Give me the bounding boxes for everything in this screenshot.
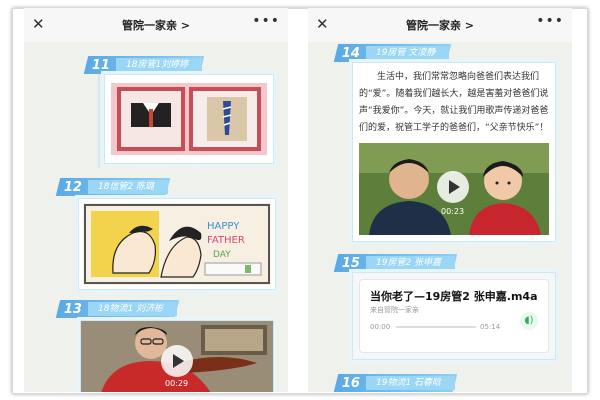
play-icon[interactable]	[161, 345, 193, 377]
close-icon[interactable]: ✕	[32, 16, 45, 32]
item-badge-12: 12 18信管2 陈璐	[55, 178, 171, 196]
item-badge-11: 11 18房管1刘婷婷	[83, 56, 205, 74]
item-label: 19物流1 石春晗	[366, 376, 456, 390]
video-duration: 00:23	[441, 207, 465, 216]
audio-current-time: 00:00	[370, 323, 391, 331]
item-badge-13: 13 18物流1 刘济彬	[55, 300, 180, 318]
item-number: 13	[64, 301, 83, 317]
svg-text:FATHER: FATHER	[207, 235, 245, 246]
article-card-14: 生活中，我们常常忽略向爸爸们表达我们的“爱”。随着我们越长大，越是害羞对爸爸们说…	[352, 62, 556, 242]
audio-wave-icon[interactable]: ◖)	[520, 312, 538, 330]
image-card-11[interactable]	[104, 74, 274, 164]
image-card-12[interactable]: HAPPY FATHER DAY	[78, 198, 276, 290]
article-text: 生活中，我们常常忽略向爸爸们表达我们的“爱”。随着我们越长大，越是害羞对爸爸们说…	[359, 69, 549, 137]
video-card-13[interactable]: 00:29	[80, 320, 274, 392]
left-top-bar: ✕ 管院一家亲 > •••	[24, 8, 288, 42]
audio-total-time: 05:14	[480, 323, 501, 331]
more-icon[interactable]: •••	[536, 13, 564, 29]
svg-text:HAPPY: HAPPY	[207, 221, 240, 232]
item-number: 11	[92, 57, 111, 73]
item-number: 12	[64, 179, 83, 195]
item-badge-16: 16 19物流1 石春晗	[333, 374, 458, 392]
item-label: 18房管1刘婷婷	[116, 58, 203, 72]
close-icon[interactable]: ✕	[316, 16, 329, 32]
audio-card-15: 当你老了—19房管2 张申嘉.m4a 来自管院一家亲 00:00 05:14 ◖…	[352, 272, 556, 360]
item-label: 19房管2 张申嘉	[366, 256, 456, 270]
left-phone-screen: ✕ 管院一家亲 > ••• 11 18房管1刘婷婷 12 18信管2 陈璐 HA…	[24, 8, 288, 392]
right-phone-screen: ✕ 管院一家亲 > ••• 14 19房管 文凌静 生活中，我们常常忽略向爸爸们…	[308, 8, 572, 392]
audio-player[interactable]: 当你老了—19房管2 张申嘉.m4a 来自管院一家亲 00:00 05:14 ◖…	[359, 279, 549, 353]
item-badge-15: 15 19房管2 张申嘉	[333, 254, 458, 272]
video-duration: 00:29	[165, 379, 189, 388]
audio-title: 当你老了—19房管2 张申嘉.m4a	[370, 290, 538, 303]
item-number: 16	[342, 375, 361, 391]
father-day-drawing-image: HAPPY FATHER DAY	[83, 203, 271, 285]
item-number: 15	[342, 255, 361, 271]
left-page-title[interactable]: 管院一家亲 >	[122, 17, 190, 33]
item-label: 18物流1 刘济彬	[88, 302, 178, 316]
father-day-card-image	[111, 83, 267, 155]
right-page-title[interactable]: 管院一家亲 >	[406, 17, 474, 33]
item-label: 18信管2 陈璐	[88, 180, 169, 194]
timeline-line	[98, 68, 100, 168]
right-top-bar: ✕ 管院一家亲 > •••	[308, 8, 572, 42]
item-number: 14	[342, 45, 361, 61]
more-icon[interactable]: •••	[252, 13, 280, 29]
item-badge-14: 14 19房管 文凌静	[333, 44, 452, 62]
audio-source: 来自管院一家亲	[370, 306, 419, 314]
item-label: 19房管 文凌静	[366, 46, 450, 60]
svg-text:DAY: DAY	[213, 250, 231, 260]
audio-progress-bar[interactable]	[396, 326, 476, 328]
play-icon[interactable]	[437, 171, 469, 203]
article-paragraph: 生活中，我们常常忽略向爸爸们表达我们的“爱”。随着我们越长大，越是害羞对爸爸们说…	[359, 72, 549, 133]
